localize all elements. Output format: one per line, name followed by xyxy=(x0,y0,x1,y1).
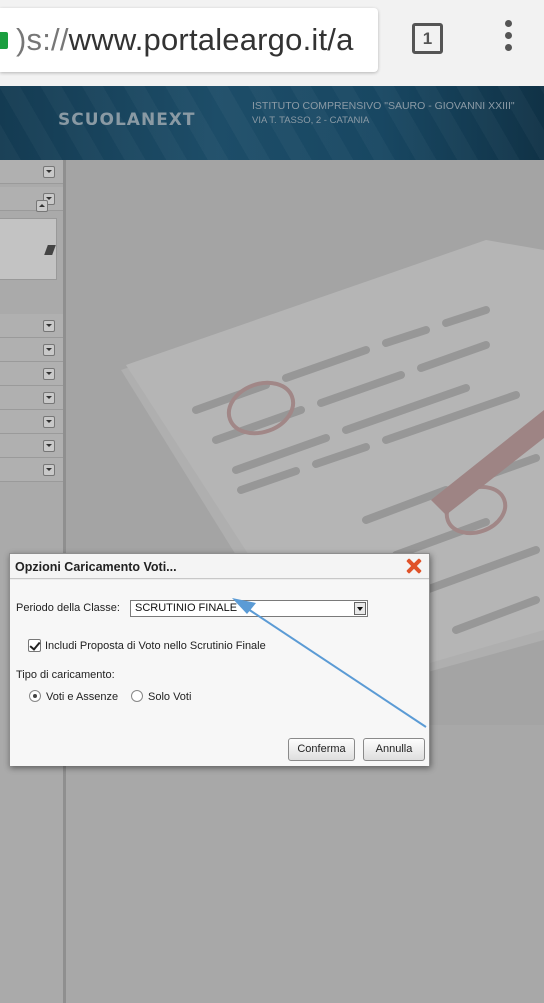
include-vote-proposal-label: Includi Proposta di Voto nello Scrutinio… xyxy=(45,640,266,652)
address-bar[interactable]: )s://www.portaleargo.it/a xyxy=(0,8,378,72)
period-select[interactable]: SCRUTINIO FINALE xyxy=(130,600,368,617)
expand-icon[interactable] xyxy=(43,368,55,380)
period-label: Periodo della Classe: xyxy=(16,602,120,614)
confirm-button[interactable]: Conferma xyxy=(288,738,355,761)
expand-icon[interactable] xyxy=(43,416,55,428)
expand-icon[interactable] xyxy=(43,464,55,476)
app-header: SCUOLANEXT ISTITUTO COMPRENSIVO "SAURO -… xyxy=(0,86,544,160)
expand-icon[interactable] xyxy=(43,320,55,332)
brand-logo: SCUOLANEXT xyxy=(58,110,196,130)
load-grades-options-dialog: Opzioni Caricamento Voti... Periodo dell… xyxy=(9,553,430,766)
sidebar-section[interactable] xyxy=(0,458,63,482)
sidebar-gap xyxy=(0,211,63,218)
period-select-value: SCRUTINIO FINALE xyxy=(135,602,238,614)
expand-icon[interactable] xyxy=(43,166,55,178)
sidebar-section[interactable] xyxy=(0,410,63,434)
expand-icon[interactable] xyxy=(43,344,55,356)
radio-solo-voti[interactable] xyxy=(131,690,143,702)
chevron-down-icon[interactable] xyxy=(354,602,366,615)
cancel-button[interactable]: Annulla xyxy=(363,738,425,761)
collapse-icon[interactable] xyxy=(36,200,48,212)
load-type-label: Tipo di caricamento: xyxy=(16,669,115,681)
expand-icon[interactable] xyxy=(43,392,55,404)
sidebar-section[interactable] xyxy=(0,314,63,338)
sidebar-section[interactable] xyxy=(0,160,63,184)
dialog-title: Opzioni Caricamento Voti... xyxy=(15,560,177,574)
sidebar-section[interactable] xyxy=(0,434,63,458)
pencil-icon[interactable] xyxy=(44,245,56,255)
url-text[interactable]: )s://www.portaleargo.it/a xyxy=(16,22,354,58)
expand-icon[interactable] xyxy=(43,440,55,452)
include-vote-proposal-checkbox[interactable] xyxy=(28,639,41,652)
school-address: VIA T. TASSO, 2 - CATANIA xyxy=(252,115,370,126)
dialog-title-bar[interactable]: Opzioni Caricamento Voti... xyxy=(10,554,429,579)
dialog-body: Periodo della Classe: SCRUTINIO FINALE I… xyxy=(10,580,429,766)
url-scheme: )s:// xyxy=(16,22,69,57)
sidebar-expanded-panel xyxy=(0,200,57,280)
sidebar-section[interactable] xyxy=(0,362,63,386)
browser-toolbar: )s://www.portaleargo.it/a 1 xyxy=(0,0,544,86)
main-lower-area xyxy=(66,725,544,1003)
radio-solo-voti-label: Solo Voti xyxy=(148,691,192,703)
radio-voti-e-assenze-label: Voti e Assenze xyxy=(46,691,119,703)
sidebar-section[interactable] xyxy=(0,338,63,362)
sidebar-section[interactable] xyxy=(0,386,63,410)
tab-switcher-button[interactable]: 1 xyxy=(412,23,443,54)
close-icon[interactable] xyxy=(405,557,423,575)
radio-voti-e-assenze[interactable] xyxy=(29,690,41,702)
url-host: www.portaleargo.it/a xyxy=(68,22,354,57)
overflow-menu-icon[interactable] xyxy=(500,20,516,58)
lock-icon xyxy=(0,32,8,49)
school-name: ISTITUTO COMPRENSIVO "SAURO - GIOVANNI X… xyxy=(252,100,515,112)
